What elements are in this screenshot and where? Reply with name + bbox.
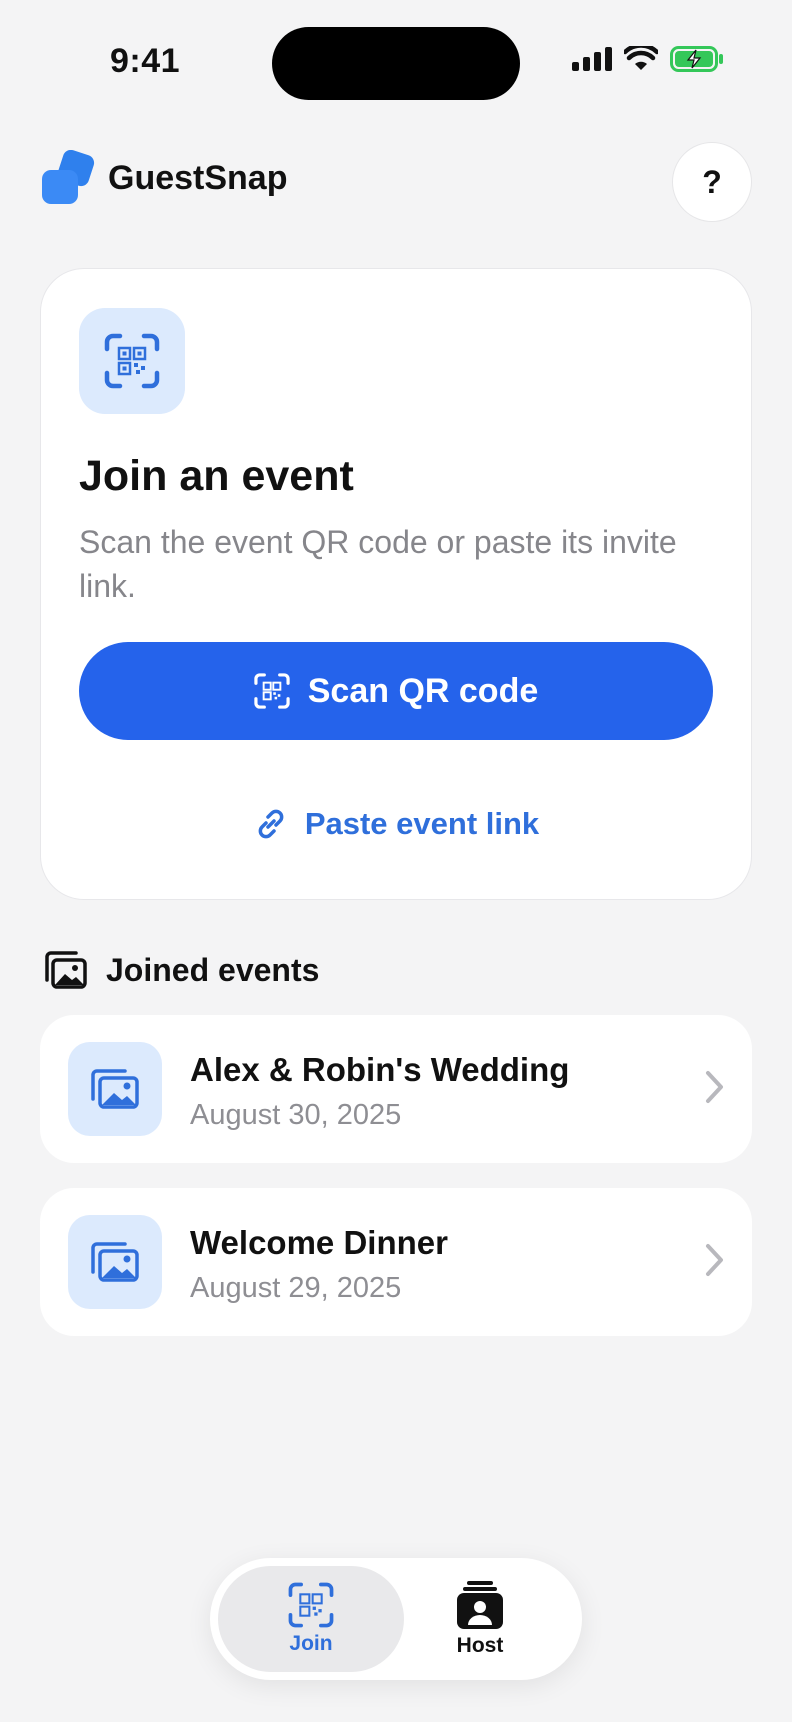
paste-event-link-label: Paste event link <box>304 806 540 841</box>
battery-icon <box>670 46 723 72</box>
event-name: Alex & Robin's Wedding <box>190 1051 570 1088</box>
host-icon <box>457 1581 503 1629</box>
scan-qr-button[interactable]: Scan QR code <box>79 642 713 740</box>
logo-icon <box>42 150 95 204</box>
qr-scan-icon <box>288 1582 334 1628</box>
image-stack-icon <box>91 1069 139 1109</box>
joined-events-title: Joined events <box>106 951 320 988</box>
status-time: 9:41 <box>110 42 181 80</box>
chevron-right-icon <box>706 1244 723 1276</box>
link-icon <box>258 809 284 839</box>
signal-icon <box>572 47 612 71</box>
app-name: GuestSnap <box>108 158 288 197</box>
brand: GuestSnap <box>40 150 287 206</box>
event-name: Welcome Dinner <box>190 1224 448 1261</box>
qr-scan-icon <box>104 333 160 389</box>
photos-icon <box>45 951 87 989</box>
join-title: Join an event <box>79 452 354 500</box>
event-card[interactable]: Alex & Robin's Wedding August 30, 2025 <box>40 1015 752 1163</box>
dynamic-island <box>272 27 520 100</box>
chevron-right-icon <box>706 1071 723 1103</box>
paste-event-link[interactable]: Paste event link <box>79 800 713 848</box>
qr-scan-icon <box>254 673 290 709</box>
image-stack-icon <box>91 1242 139 1282</box>
event-thumbnail <box>68 1042 162 1136</box>
tab-join-label: Join <box>289 1632 333 1655</box>
tab-join[interactable]: Join <box>218 1566 404 1672</box>
event-date: August 30, 2025 <box>190 1099 402 1131</box>
tab-host[interactable]: Host <box>387 1566 573 1672</box>
joined-events-header: Joined events <box>42 950 319 990</box>
scan-qr-label: Scan QR code <box>307 671 539 710</box>
event-thumbnail <box>68 1215 162 1309</box>
status-icons <box>572 46 724 72</box>
wifi-icon <box>624 46 658 70</box>
help-button[interactable]: ? <box>672 142 752 222</box>
qr-tile <box>79 308 185 414</box>
tab-host-label: Host <box>456 1634 504 1657</box>
join-subtitle: Scan the event QR code or paste its invi… <box>79 524 677 604</box>
event-card[interactable]: Welcome Dinner August 29, 2025 <box>40 1188 752 1336</box>
event-date: August 29, 2025 <box>190 1272 402 1304</box>
